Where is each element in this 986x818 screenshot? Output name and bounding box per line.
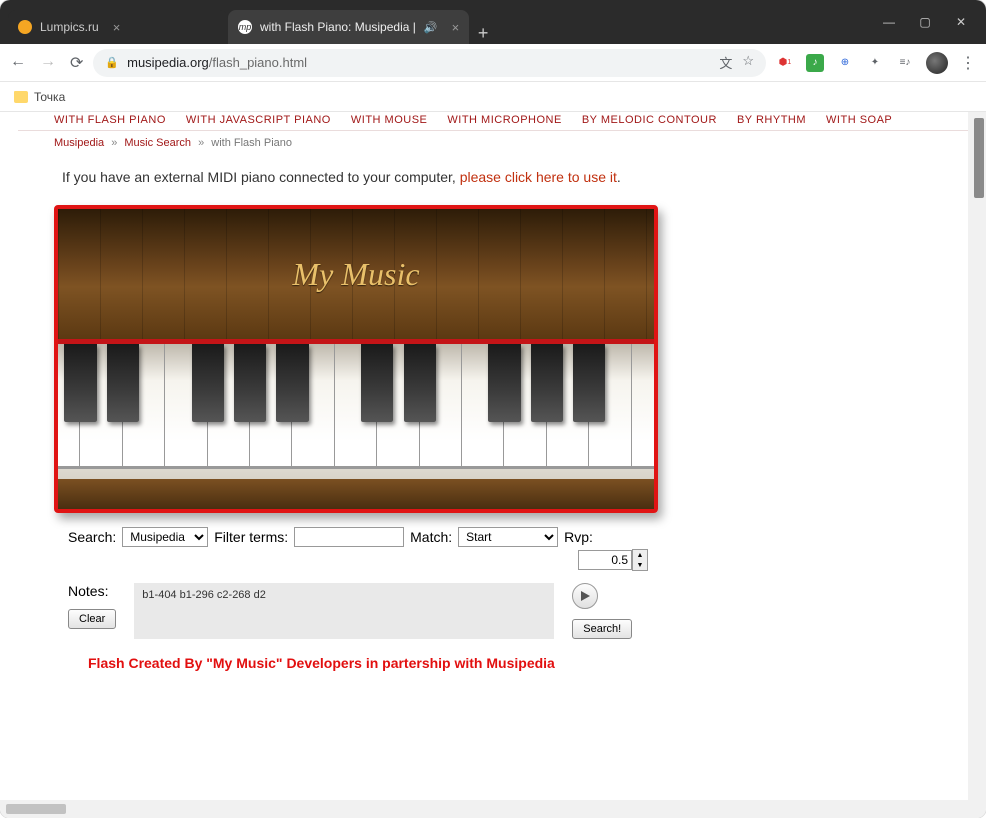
play-button[interactable]	[572, 583, 598, 609]
extensions-icon[interactable]: ✦	[866, 54, 884, 72]
filter-label: Filter terms:	[214, 529, 288, 545]
menu-icon[interactable]: ⋮	[960, 53, 976, 73]
vertical-scrollbar[interactable]	[968, 112, 986, 800]
favicon-icon: mp	[238, 20, 252, 34]
search-form-row: Search: Musipedia Filter terms: Match: S…	[18, 523, 968, 549]
nav-soap[interactable]: WITH SOAP	[826, 114, 892, 126]
notes-label: Notes:	[68, 583, 108, 599]
rvp-row: ▲ ▼	[18, 549, 968, 573]
spinner-up-icon[interactable]: ▲	[633, 550, 647, 560]
address-bar[interactable]: 🔒 musipedia.org/flash_piano.html 文 ☆	[93, 49, 766, 77]
search-label: Search:	[68, 529, 116, 545]
crumb-sep: »	[111, 137, 117, 149]
piano-brand-label: My Music	[292, 256, 419, 293]
tab-lumpics[interactable]: Lumpics.ru ×	[8, 10, 228, 44]
nav-js-piano[interactable]: WITH JAVASCRIPT PIANO	[186, 114, 331, 126]
rvp-label: Rvp:	[564, 529, 593, 545]
nav-melodic-contour[interactable]: BY MELODIC CONTOUR	[582, 114, 717, 126]
back-icon[interactable]: ←	[10, 53, 26, 73]
extensions: ⬢1 ♪ ⊕ ✦ ≡♪ ⋮	[776, 52, 976, 74]
intro-text: If you have an external MIDI piano conne…	[18, 159, 968, 205]
folder-icon	[14, 91, 28, 103]
tab-musipedia[interactable]: mp with Flash Piano: Musipedia | 🔊 ×	[228, 10, 469, 44]
toolbar: ← → ⟳ 🔒 musipedia.org/flash_piano.html 文…	[0, 44, 986, 82]
addr-right: 文 ☆	[719, 53, 754, 72]
bookmarks-bar: Точка	[0, 82, 986, 112]
search-button[interactable]: Search!	[572, 619, 632, 639]
rvp-input[interactable]	[578, 550, 632, 570]
nav-flash-piano[interactable]: WITH FLASH PIANO	[54, 114, 166, 126]
breadcrumb: Musipedia » Music Search » with Flash Pi…	[18, 131, 968, 159]
search-select[interactable]: Musipedia	[122, 527, 208, 547]
tab-title: Lumpics.ru	[40, 20, 99, 34]
midi-link[interactable]: please click here to use it	[460, 169, 617, 185]
url-domain: musipedia.org	[127, 55, 209, 70]
scroll-thumb[interactable]	[974, 118, 984, 198]
scroll-thumb[interactable]	[6, 804, 66, 814]
nav-rhythm[interactable]: BY RHYTHM	[737, 114, 806, 126]
reload-icon[interactable]: ⟳	[70, 53, 83, 73]
crumb-sep: »	[198, 137, 204, 149]
avatar[interactable]	[926, 52, 948, 74]
maximize-icon[interactable]: ▢	[918, 15, 932, 29]
translate-icon[interactable]: 文	[719, 53, 732, 72]
close-window-icon[interactable]: ✕	[954, 15, 968, 29]
nav-buttons: ← → ⟳	[10, 53, 83, 73]
intro-suffix: .	[617, 169, 621, 185]
crumb-musipedia[interactable]: Musipedia	[54, 137, 104, 149]
top-nav: WITH FLASH PIANO WITH JAVASCRIPT PIANO W…	[18, 112, 968, 131]
new-tab-button[interactable]: +	[469, 23, 497, 44]
match-select[interactable]: Start	[458, 527, 558, 547]
nav-microphone[interactable]: WITH MICROPHONE	[447, 114, 561, 126]
titlebar: Lumpics.ru × mp with Flash Piano: Musipe…	[0, 0, 986, 44]
spinner-down-icon[interactable]: ▼	[633, 560, 647, 570]
speaker-icon[interactable]: 🔊	[424, 21, 438, 34]
filter-input[interactable]	[294, 527, 404, 547]
match-label: Match:	[410, 529, 452, 545]
clear-button[interactable]: Clear	[68, 609, 116, 629]
browser-window: Lumpics.ru × mp with Flash Piano: Musipe…	[0, 0, 986, 818]
forward-icon[interactable]: →	[40, 53, 56, 73]
close-icon[interactable]: ×	[452, 20, 460, 35]
lock-icon: 🔒	[105, 56, 119, 69]
url-path: /flash_piano.html	[209, 55, 307, 70]
close-icon[interactable]: ×	[113, 20, 121, 35]
piano-applet[interactable]: My Music	[54, 205, 658, 513]
minimize-icon[interactable]: —	[882, 15, 896, 29]
window-controls: — ▢ ✕	[870, 0, 986, 44]
piano-front	[58, 479, 654, 509]
piano-keys[interactable]	[58, 344, 654, 479]
crumb-current: with Flash Piano	[211, 137, 292, 149]
horizontal-scrollbar[interactable]	[0, 800, 986, 818]
star-icon[interactable]: ☆	[742, 53, 754, 72]
credit-text: Flash Created By "My Music" Developers i…	[18, 647, 968, 671]
nav-mouse[interactable]: WITH MOUSE	[351, 114, 428, 126]
rvp-spinner: ▲ ▼	[632, 549, 648, 571]
page-viewport: WITH FLASH PIANO WITH JAVASCRIPT PIANO W…	[0, 112, 986, 818]
ext-globe-icon[interactable]: ⊕	[836, 54, 854, 72]
tab-title: with Flash Piano: Musipedia |	[260, 20, 416, 34]
piano-lid: My Music	[58, 209, 654, 339]
notes-display: b1-404 b1-296 c2-268 d2	[134, 583, 554, 639]
tab-strip: Lumpics.ru × mp with Flash Piano: Musipe…	[8, 0, 870, 44]
url-text: musipedia.org/flash_piano.html	[127, 55, 711, 70]
piano: My Music	[58, 209, 654, 509]
intro-prefix: If you have an external MIDI piano conne…	[62, 169, 460, 185]
ext-adblock-icon[interactable]: ⬢1	[776, 54, 794, 72]
play-icon	[580, 591, 590, 601]
bookmark-item[interactable]: Точка	[34, 90, 65, 104]
reading-list-icon[interactable]: ≡♪	[896, 54, 914, 72]
ext-music-icon[interactable]: ♪	[806, 54, 824, 72]
crumb-music-search[interactable]: Music Search	[124, 137, 191, 149]
favicon-icon	[18, 20, 32, 34]
notes-row: Notes: Clear b1-404 b1-296 c2-268 d2 Sea…	[18, 573, 968, 647]
